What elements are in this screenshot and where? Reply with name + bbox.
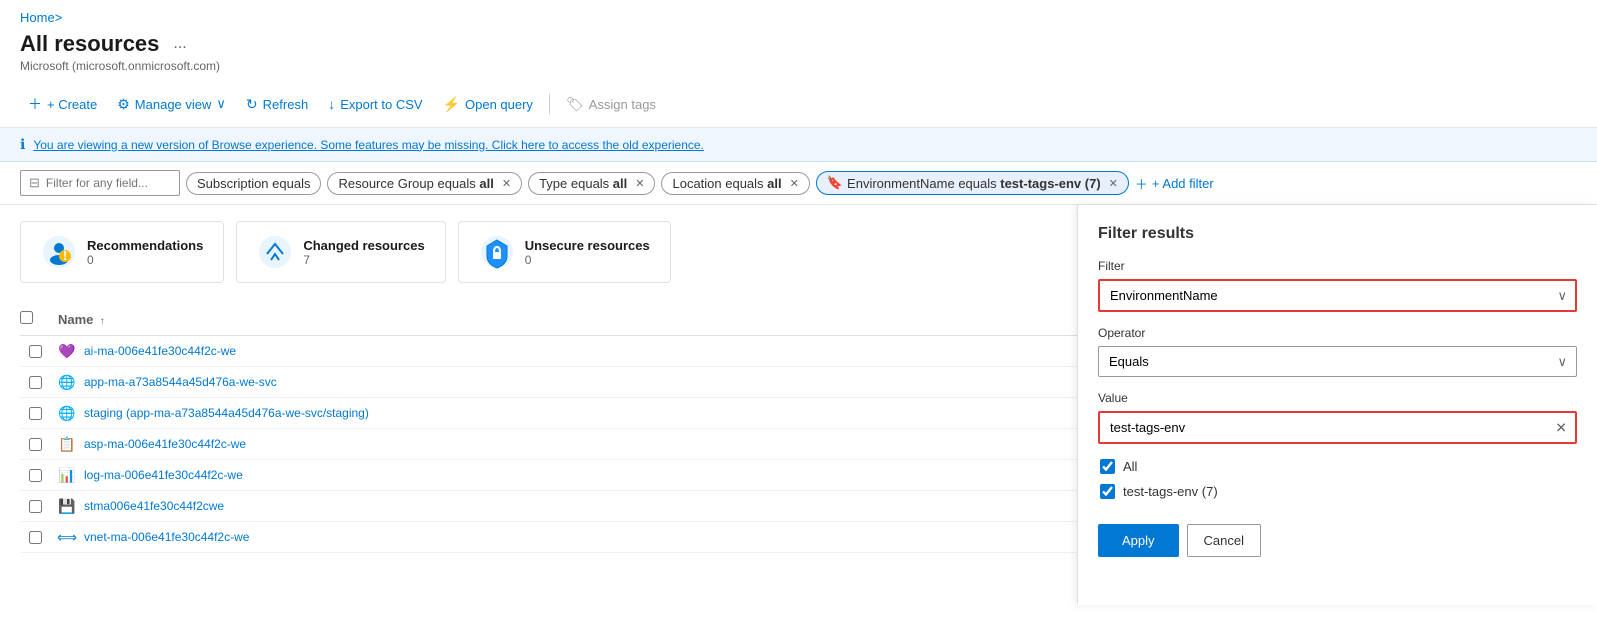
svg-text:!: ! [63,248,67,263]
info-icon: ℹ [20,136,25,153]
filter-tag-subscription[interactable]: Subscription equals [186,172,321,195]
app-service-plan-icon: 📋 [58,435,76,453]
checkbox-env-label: test-tags-env (7) [1123,484,1218,499]
query-icon: ⚡ [443,96,460,113]
row-1-link[interactable]: ai-ma-006e41fe30c44f2c-we [84,344,236,358]
filter-select[interactable]: EnvironmentName [1098,279,1577,312]
create-button[interactable]: ＋ + Create [20,89,105,119]
recommendations-icon: ! [41,234,77,270]
value-input-clear-button[interactable]: ✕ [1555,419,1567,436]
row-3-link[interactable]: staging (app-ma-a73a8544a45d476a-we-svc/… [84,406,369,420]
unsecure-resources-card[interactable]: Unsecure resources 0 [458,221,671,283]
content-area: ! Recommendations 0 Cha [0,205,1597,553]
checkbox-all: All [1098,454,1577,479]
chevron-down-icon: ∨ [216,96,226,112]
export-csv-button[interactable]: ↓ Export to CSV [320,91,430,117]
row-7-checkbox[interactable] [29,531,42,544]
operator-select[interactable]: Equals [1098,346,1577,377]
refresh-icon: ↻ [246,96,258,113]
app-insights-icon: 💜 [58,342,76,360]
row-6-checkbox[interactable] [29,500,42,513]
filter-panel: Filter results Filter EnvironmentName ∨ … [1077,205,1597,605]
row-2-checkbox[interactable] [29,376,42,389]
value-label: Value [1098,391,1577,405]
filter-tag-location[interactable]: Location equals all ✕ [661,172,809,195]
row-1-checkbox[interactable] [29,345,42,358]
filter-label: Filter [1098,259,1577,273]
checkbox-all-input[interactable] [1100,459,1115,474]
row-4-checkbox[interactable] [29,438,42,451]
operator-select-wrapper: Equals ∨ [1098,346,1577,377]
filter-bar: ⊟ Subscription equals Resource Group equ… [0,162,1597,205]
info-bar-link[interactable]: You are viewing a new version of Browse … [33,138,704,152]
env-filter-icon: 🔖 [827,175,843,191]
unsecure-icon [479,234,515,270]
row-5-checkbox[interactable] [29,469,42,482]
row-6-link[interactable]: stma006e41fe30c44f2cwe [84,499,224,513]
app-service-icon: 🌐 [58,373,76,391]
more-options-button[interactable]: ... [167,33,192,55]
plus-filter-icon: ＋ [1135,174,1148,193]
filter-tag-env-remove[interactable]: ✕ [1109,177,1118,190]
refresh-button[interactable]: ↻ Refresh [238,91,316,118]
recommendations-text: Recommendations 0 [87,238,203,267]
plus-icon: ＋ [28,94,42,114]
row-3-checkbox[interactable] [29,407,42,420]
checkbox-test-tags-env: test-tags-env (7) [1098,479,1577,504]
row-5-link[interactable]: log-ma-006e41fe30c44f2c-we [84,468,243,482]
log-analytics-icon: 📊 [58,466,76,484]
filter-tag-resource-group-remove[interactable]: ✕ [502,177,511,190]
tag-icon: 🏷 [566,96,584,113]
row-7-link[interactable]: vnet-ma-006e41fe30c44f2c-we [84,530,249,544]
app-service-slot-icon: 🌐 [58,404,76,422]
header-checkbox-col [20,311,50,327]
filter-panel-title: Filter results [1098,225,1577,243]
toolbar: ＋ + Create ⚙ Manage view ∨ ↻ Refresh ↓ E… [0,81,1597,128]
apply-button[interactable]: Apply [1098,524,1179,557]
download-icon: ↓ [328,96,335,112]
filter-select-wrapper: EnvironmentName ∨ [1098,279,1577,312]
open-query-button[interactable]: ⚡ Open query [435,91,541,118]
filter-text-input[interactable] [46,176,166,190]
value-input-wrapper: ✕ [1098,411,1577,444]
gear-icon: ⚙ [117,96,130,113]
storage-icon: 💾 [58,497,76,515]
unsecure-text: Unsecure resources 0 [525,238,650,267]
filter-icon: ⊟ [29,175,40,191]
breadcrumb-sep: > [55,10,63,25]
filter-tag-resource-group[interactable]: Resource Group equals all ✕ [327,172,522,195]
page-title: All resources [20,31,159,57]
info-bar: ℹ You are viewing a new version of Brows… [0,128,1597,162]
breadcrumb-home[interactable]: Home [20,10,55,25]
checkbox-env-input[interactable] [1100,484,1115,499]
value-input[interactable] [1100,413,1575,442]
sort-arrow-icon: ↑ [100,316,105,327]
filter-tag-location-remove[interactable]: ✕ [790,177,799,190]
page-header: All resources ... Microsoft (microsoft.o… [0,29,1597,81]
page-subtitle: Microsoft (microsoft.onmicrosoft.com) [20,59,1577,73]
row-4-link[interactable]: asp-ma-006e41fe30c44f2c-we [84,437,246,451]
filter-field-input[interactable]: ⊟ [20,170,180,196]
row-2-link[interactable]: app-ma-a73a8544a45d476a-we-svc [84,375,277,389]
changed-resources-icon [257,234,293,270]
add-filter-button[interactable]: ＋ + Add filter [1135,174,1214,193]
assign-tags-button[interactable]: 🏷 Assign tags [558,91,664,118]
cancel-button[interactable]: Cancel [1187,524,1261,557]
checkbox-all-label: All [1123,459,1137,474]
toolbar-divider [549,94,550,114]
panel-actions: Apply Cancel [1098,524,1577,557]
manage-view-button[interactable]: ⚙ Manage view ∨ [109,91,234,118]
operator-label: Operator [1098,326,1577,340]
filter-tag-env-name[interactable]: 🔖 EnvironmentName equals test-tags-env (… [816,171,1129,195]
filter-tag-type-remove[interactable]: ✕ [635,177,644,190]
breadcrumb: Home > [0,0,1597,29]
vnet-icon: ⟺ [58,528,76,546]
changed-resources-card[interactable]: Changed resources 7 [236,221,445,283]
select-all-checkbox[interactable] [20,311,33,324]
recommendations-card[interactable]: ! Recommendations 0 [20,221,224,283]
filter-tag-type[interactable]: Type equals all ✕ [528,172,655,195]
changed-text: Changed resources 7 [303,238,424,267]
